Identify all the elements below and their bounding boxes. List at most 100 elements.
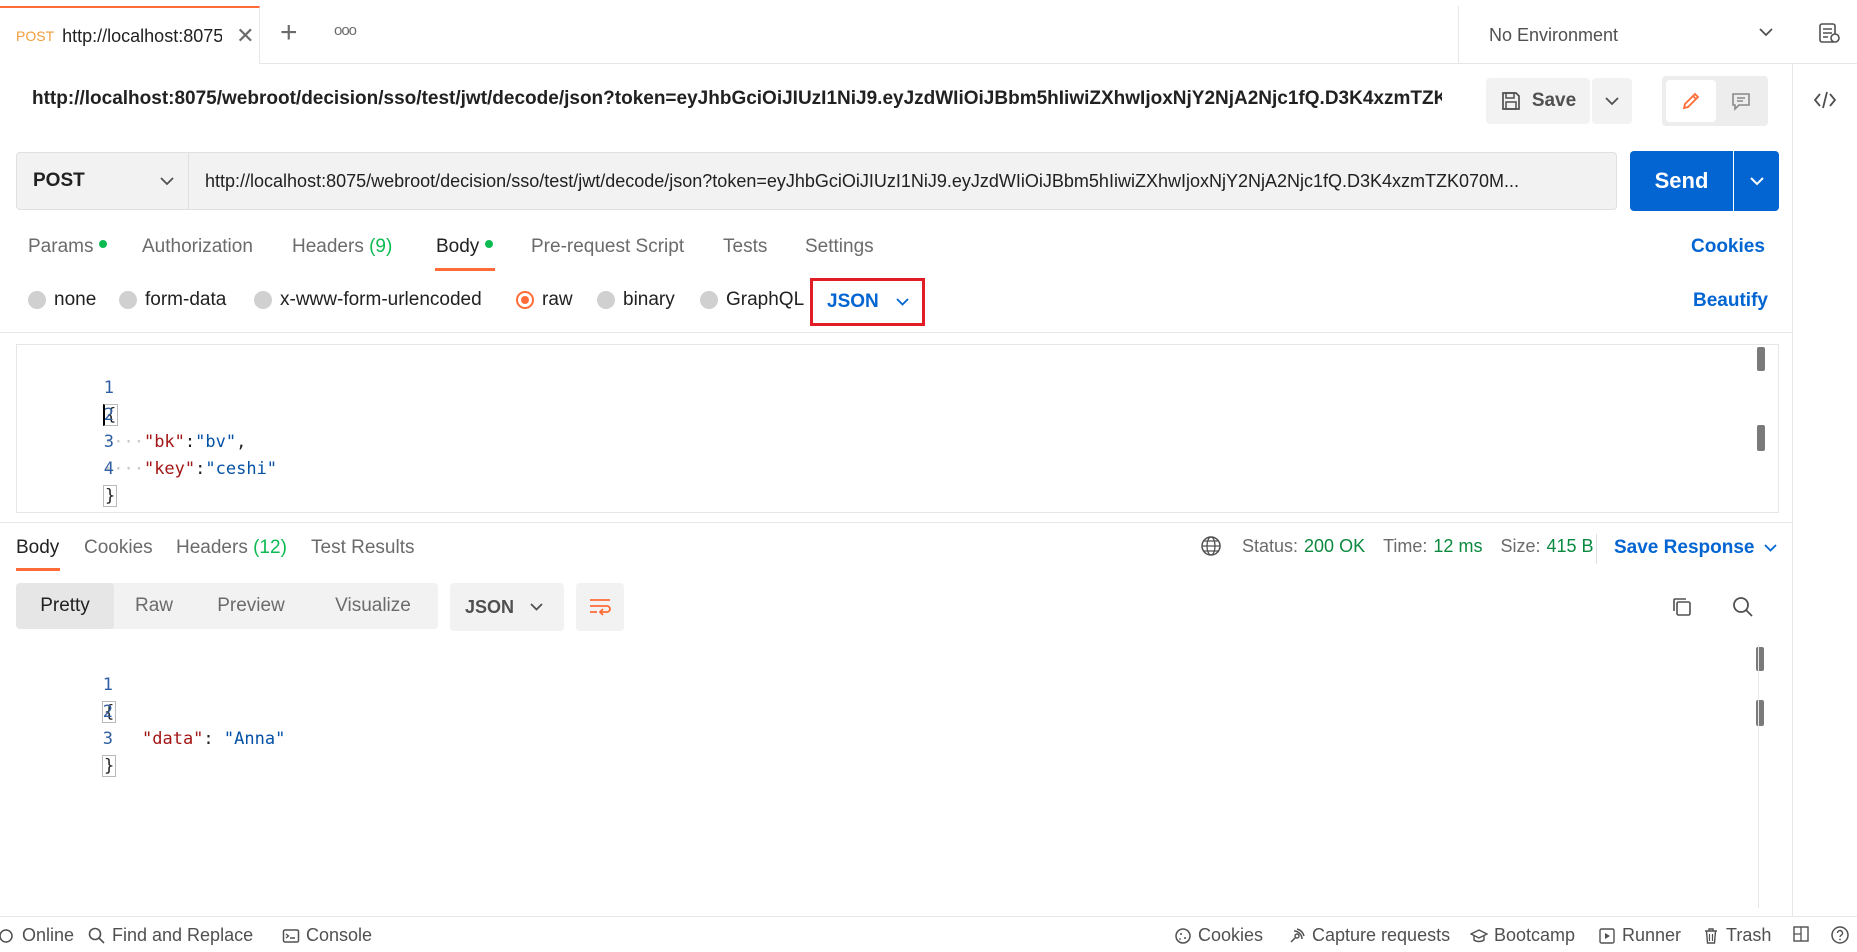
view-raw-button[interactable]: Raw — [114, 583, 194, 629]
radio-binary[interactable]: binary — [597, 289, 675, 311]
close-brace: } — [103, 485, 118, 507]
json-comma: , — [236, 432, 247, 452]
save-options-button[interactable] — [1592, 78, 1632, 124]
save-button[interactable]: Save — [1486, 78, 1590, 124]
chevron-down-icon — [530, 603, 543, 611]
save-response-button[interactable]: Save Response — [1614, 537, 1778, 559]
comments-mode-button[interactable] — [1718, 80, 1764, 122]
body-indicator-dot — [485, 239, 494, 248]
send-button[interactable]: Send — [1630, 151, 1733, 211]
new-tab-button[interactable]: + — [280, 18, 298, 48]
line-number: 4 — [103, 459, 114, 479]
json-key: "bk" — [143, 432, 185, 452]
runner-button[interactable]: Runner — [1598, 925, 1681, 946]
code-line: 3 } — [16, 699, 117, 777]
chevron-down-icon — [1605, 96, 1619, 106]
tab-headers[interactable]: Headers (9) — [292, 236, 392, 258]
response-tab-headers[interactable]: Headers (12) — [176, 537, 287, 559]
radio-urlencoded-label: x-www-form-urlencoded — [280, 289, 482, 310]
trash-button[interactable]: Trash — [1702, 925, 1771, 946]
cookies-status-label: Cookies — [1198, 925, 1264, 945]
copy-icon[interactable] — [1671, 596, 1693, 618]
request-title[interactable]: http://localhost:8075/webroot/decision/s… — [32, 88, 1442, 110]
time-label: Time: — [1383, 535, 1428, 556]
size-label: Size: — [1500, 535, 1541, 556]
help-icon — [1830, 925, 1856, 945]
more-tabs-button[interactable]: ooo — [334, 22, 357, 39]
beautify-link[interactable]: Beautify — [1693, 290, 1768, 312]
body-language-dropdown[interactable]: JSON — [810, 278, 925, 326]
help-button[interactable] — [1830, 925, 1856, 945]
radio-circle — [254, 291, 272, 309]
radio-form-data[interactable]: form-data — [119, 289, 226, 311]
code-line: 3 ····"key":"ceshi" — [17, 402, 277, 479]
response-body-viewer[interactable]: 1 { 2 "data": "Anna" 3 } — [16, 645, 1779, 908]
json-colon: : — [203, 729, 224, 749]
line-number: 3 — [103, 432, 114, 452]
response-tab-test-results[interactable]: Test Results — [311, 537, 414, 559]
capture-requests-label: Capture requests — [1312, 925, 1451, 945]
url-input[interactable]: http://localhost:8075/webroot/decision/s… — [189, 152, 1617, 210]
json-colon: : — [195, 459, 206, 479]
cookie-icon — [1174, 927, 1198, 945]
radio-graphql[interactable]: GraphQL — [700, 289, 804, 311]
scrollbar-track — [1758, 645, 1759, 908]
tab-tests[interactable]: Tests — [723, 236, 767, 258]
online-label: Online — [22, 925, 75, 945]
radio-raw-label: raw — [542, 289, 573, 310]
view-pretty-button[interactable]: Pretty — [16, 583, 114, 629]
environment-selector[interactable]: No Environment — [1458, 6, 1799, 64]
radio-none-label: none — [54, 289, 97, 310]
response-format-dropdown[interactable]: JSON — [450, 583, 564, 631]
tab-params[interactable]: Params — [28, 236, 108, 258]
environment-quick-look-icon[interactable] — [1818, 22, 1840, 44]
tab-url-label: http://localhost:8075 — [62, 25, 223, 46]
headers-count: (9) — [369, 236, 393, 257]
response-tab-body[interactable]: Body — [16, 537, 59, 559]
radio-urlencoded[interactable]: x-www-form-urlencoded — [254, 289, 482, 311]
scrollbar-thumb[interactable] — [1757, 347, 1765, 371]
view-preview-button[interactable]: Preview — [194, 583, 308, 629]
save-icon — [1500, 90, 1522, 112]
comment-icon — [1730, 90, 1752, 112]
radio-circle-selected — [516, 291, 534, 309]
method-select[interactable]: POST — [16, 152, 189, 210]
two-pane-view-button[interactable] — [1792, 925, 1816, 943]
chevron-down-icon — [896, 298, 909, 306]
line-number: 2 — [103, 405, 114, 425]
search-icon — [88, 927, 112, 945]
capture-requests-button[interactable]: Capture requests — [1288, 925, 1450, 946]
request-body-editor[interactable]: 1 { 2 ····"bk":"bv", 3 ····"key":"ceshi"… — [16, 344, 1779, 513]
view-visualize-button[interactable]: Visualize — [308, 583, 438, 629]
cookies-status-button[interactable]: Cookies — [1174, 925, 1263, 946]
bootcamp-button[interactable]: Bootcamp — [1470, 925, 1575, 946]
online-status[interactable]: Online — [0, 925, 74, 946]
size-value: 415 B — [1546, 535, 1594, 556]
radio-raw[interactable]: raw — [516, 289, 573, 311]
scrollbar-thumb[interactable] — [1757, 425, 1765, 451]
save-response-label: Save Response — [1614, 537, 1755, 558]
line-number: 1 — [102, 675, 113, 695]
code-snippet-icon[interactable] — [1813, 90, 1837, 110]
chevron-down-icon — [1764, 544, 1778, 552]
response-view-toggle: Pretty Raw Preview Visualize — [16, 583, 438, 629]
request-tab[interactable]: POST http://localhost:8075 ✕ — [0, 6, 260, 64]
wrap-lines-button[interactable] — [576, 583, 624, 631]
edit-mode-button[interactable] — [1666, 80, 1716, 122]
cookies-link[interactable]: Cookies — [1691, 236, 1765, 258]
method-label: POST — [33, 170, 85, 191]
tab-authorization[interactable]: Authorization — [142, 236, 253, 258]
response-tab-cookies[interactable]: Cookies — [84, 537, 153, 559]
params-indicator-dot — [99, 239, 108, 248]
globe-icon[interactable] — [1200, 535, 1222, 557]
tab-settings[interactable]: Settings — [805, 236, 874, 258]
close-tab-icon[interactable]: ✕ — [236, 23, 254, 49]
console-button[interactable]: Console — [282, 925, 372, 946]
code-line: 4 } — [17, 429, 118, 507]
send-options-button[interactable] — [1734, 151, 1779, 211]
radio-none[interactable]: none — [28, 289, 96, 311]
tab-prerequest-script[interactable]: Pre-request Script — [531, 236, 684, 258]
search-icon[interactable] — [1732, 596, 1754, 618]
find-replace-button[interactable]: Find and Replace — [88, 925, 253, 946]
tab-body[interactable]: Body — [436, 236, 494, 258]
